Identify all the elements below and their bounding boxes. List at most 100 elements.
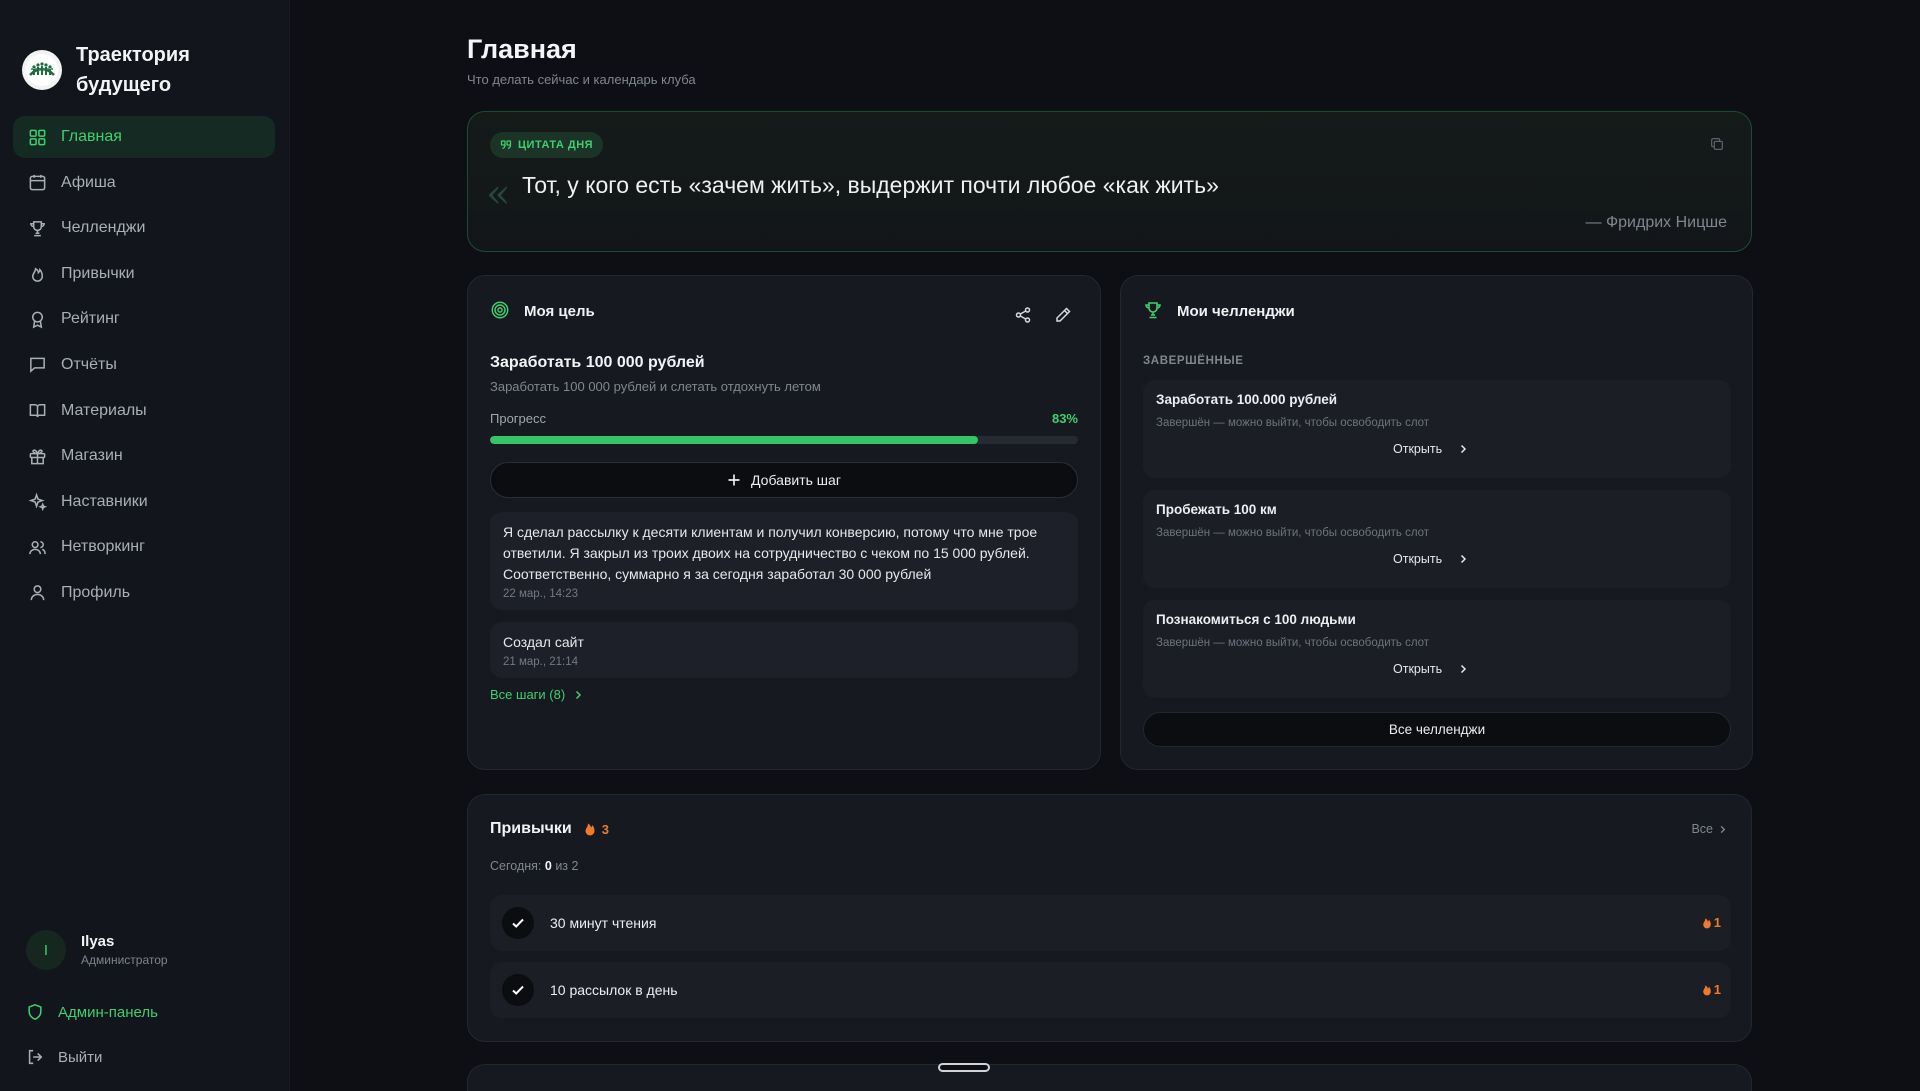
step-time: 22 мар., 14:23 <box>503 588 579 600</box>
challenge-status: Завершён — можно выйти, чтобы освободить… <box>1156 637 1430 649</box>
habit-name: 30 минут чтения <box>550 915 657 931</box>
challenges-card: Мои челленджи ЗАВЕРШЁННЫЕ Заработать 100… <box>1120 275 1753 770</box>
habit-check-button[interactable] <box>502 974 534 1006</box>
nav-item-materials[interactable]: Материалы <box>13 390 275 432</box>
habit-streak-value: 1 <box>1713 982 1721 997</box>
pencil-icon <box>1056 307 1071 322</box>
nav-label: Челленджи <box>61 219 146 237</box>
open-challenge-button[interactable]: Открыть <box>1393 552 1468 566</box>
sidebar: Траектория будущего Главная Афиша Челлен… <box>0 0 290 1091</box>
habits-all-link[interactable]: Все <box>1691 822 1727 836</box>
brand-logo <box>22 50 62 90</box>
habits-all-label: Все <box>1691 822 1713 836</box>
nav-item-profile[interactable]: Профиль <box>13 572 275 614</box>
all-steps-link[interactable]: Все шаги (8) <box>490 687 583 702</box>
quote-badge-label: ЦИТАТА ДНЯ <box>518 139 594 151</box>
challenge-item: Заработать 100.000 рублей Завершён — мож… <box>1143 380 1731 478</box>
nav-item-challenges[interactable]: Челленджи <box>13 207 275 249</box>
add-step-button[interactable]: Добавить шаг <box>490 462 1078 498</box>
grid-icon <box>27 127 47 147</box>
nav-item-rating[interactable]: Рейтинг <box>13 298 275 340</box>
quote-icon <box>500 139 512 151</box>
chevron-right-icon <box>1718 825 1727 834</box>
flame-icon <box>1702 984 1712 996</box>
habit-streak-value: 1 <box>1713 915 1721 930</box>
open-challenge-button[interactable]: Открыть <box>1393 662 1468 676</box>
today-suffix: из 2 <box>555 859 579 873</box>
trophy-icon <box>1143 300 1165 322</box>
habits-streak: 3 <box>584 822 609 837</box>
chevron-right-icon <box>573 690 583 700</box>
share-goal-button[interactable] <box>1014 306 1032 324</box>
quote-mark-icon: « <box>486 171 511 217</box>
nav-item-networking[interactable]: Нетворкинг <box>13 526 275 568</box>
habit-row: 10 рассылок в день 1 <box>490 962 1731 1018</box>
logout-link[interactable]: Выйти <box>26 1048 102 1066</box>
logout-icon <box>26 1048 44 1066</box>
progress-bar <box>490 436 1078 444</box>
nav-label: Привычки <box>61 264 135 282</box>
quote-card: ЦИТАТА ДНЯ « Тот, у кого есть «зачем жит… <box>467 111 1752 252</box>
nav-item-shop[interactable]: Магазин <box>13 435 275 477</box>
book-icon <box>27 401 47 421</box>
nav-item-home[interactable]: Главная <box>13 116 275 158</box>
today-done: 0 <box>544 859 552 873</box>
habit-streak: 1 <box>1702 982 1721 997</box>
add-step-label: Добавить шаг <box>751 472 841 488</box>
step-item[interactable]: Создал сайт 21 мар., 21:14 <box>490 622 1078 678</box>
main-content: Главная Что делать сейчас и календарь кл… <box>290 0 1920 1091</box>
brand[interactable]: Траектория будущего <box>0 0 289 112</box>
trophy-icon <box>27 218 47 238</box>
nav-label: Наставники <box>61 492 148 510</box>
edit-goal-button[interactable] <box>1054 306 1072 324</box>
nav-label: Рейтинг <box>61 310 120 328</box>
challenge-title: Познакомиться с 100 людьми <box>1156 612 1356 627</box>
quote-author: — Фридрих Ницше <box>1585 214 1727 231</box>
challenge-title: Пробежать 100 км <box>1156 502 1277 517</box>
chevron-right-icon <box>1458 444 1468 454</box>
copy-quote-button[interactable] <box>1709 136 1727 154</box>
challenges-header: Мои челленджи <box>1177 302 1295 320</box>
goal-header: Моя цель <box>524 302 595 320</box>
drawer-handle[interactable] <box>938 1063 990 1072</box>
nav-item-mentors[interactable]: Наставники <box>13 481 275 523</box>
goal-card: Моя цель Заработать 100 000 рублей Зараб… <box>467 275 1101 770</box>
completed-section-caption: ЗАВЕРШЁННЫЕ <box>1143 355 1244 367</box>
challenge-status: Завершён — можно выйти, чтобы освободить… <box>1156 417 1430 429</box>
check-icon <box>512 918 524 928</box>
progress-value: 83% <box>1051 411 1078 426</box>
plus-icon <box>727 473 741 487</box>
open-label: Открыть <box>1393 662 1443 676</box>
step-time: 21 мар., 21:14 <box>503 656 579 668</box>
page-title: Главная <box>467 34 577 64</box>
admin-panel-label: Админ-панель <box>58 1003 158 1021</box>
nav-label: Материалы <box>61 401 147 419</box>
share-icon <box>1015 307 1031 323</box>
brand-name: Траектория будущего <box>76 44 190 96</box>
all-challenges-button[interactable]: Все челленджи <box>1143 712 1731 747</box>
habit-check-button[interactable] <box>502 907 534 939</box>
nav-label: Магазин <box>61 447 123 465</box>
nav-item-events[interactable]: Афиша <box>13 162 275 204</box>
step-item[interactable]: Я сделал рассылку к десяти клиентам и по… <box>490 512 1078 610</box>
all-steps-label: Все шаги (8) <box>490 687 566 702</box>
open-challenge-button[interactable]: Открыть <box>1393 442 1468 456</box>
admin-panel-link[interactable]: Админ-панель <box>26 1003 158 1021</box>
user-block[interactable]: I Ilyas Администратор <box>26 930 168 970</box>
step-text: Я сделал рассылку к десяти клиентам и по… <box>503 524 1038 582</box>
next-card-partial <box>467 1064 1752 1091</box>
goal-title: Заработать 100 000 рублей <box>490 354 705 371</box>
habits-card: Привычки 3 Все Сегодня: 0 из 2 30 минут … <box>467 794 1752 1042</box>
user-role: Администратор <box>81 953 168 967</box>
habits-streak-value: 3 <box>601 821 609 837</box>
user-icon <box>27 583 47 603</box>
flame-icon <box>1702 917 1712 929</box>
nav-item-reports[interactable]: Отчёты <box>13 344 275 386</box>
today-prefix: Сегодня: <box>490 859 542 873</box>
habit-row: 30 минут чтения 1 <box>490 895 1731 951</box>
step-text: Создал сайт <box>503 634 584 650</box>
nav-item-habits[interactable]: Привычки <box>13 253 275 295</box>
today-progress: Сегодня: 0 из 2 <box>490 859 578 873</box>
users-icon <box>27 537 47 557</box>
shield-icon <box>26 1003 44 1021</box>
